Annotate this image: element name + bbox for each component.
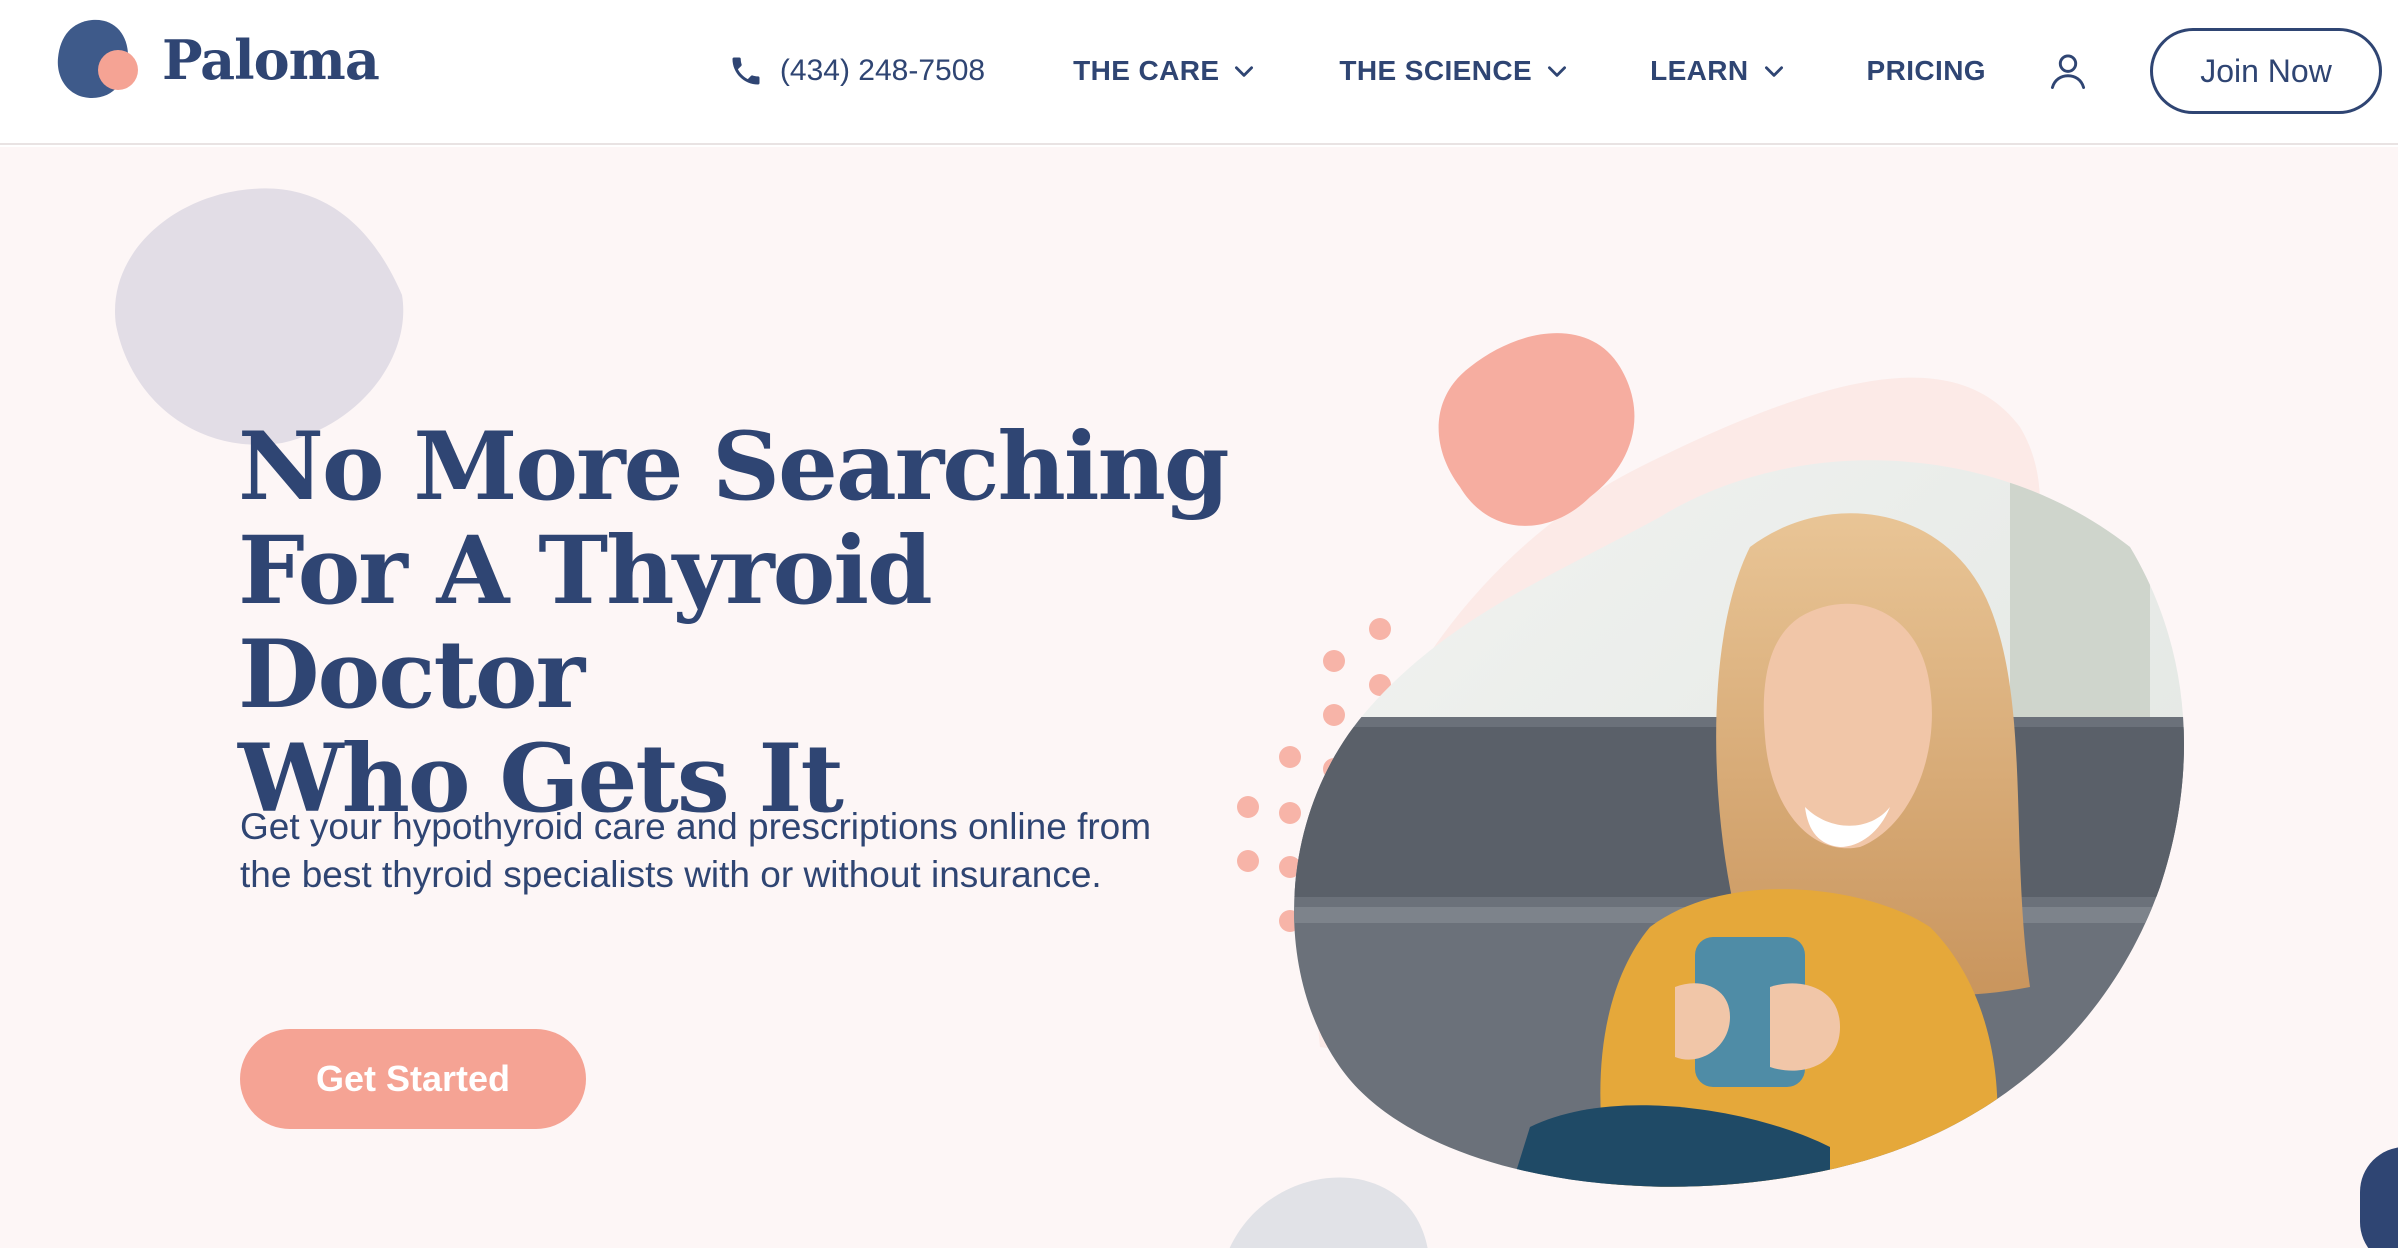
phone-number: (434) 248-7508 <box>779 54 986 87</box>
logo-mark-icon <box>56 18 144 102</box>
site-header: Paloma (434) 248-7508 THE CARE THE SCIEN… <box>0 0 2398 145</box>
decorative-lilac-blob <box>114 188 404 445</box>
nav-the-care-label: THE CARE <box>1073 55 1220 86</box>
chevron-down-icon <box>1764 66 1783 77</box>
hero-title: No More Searching For A Thyroid Doctor W… <box>238 415 1238 831</box>
nav-pricing[interactable]: PRICING <box>1867 55 1986 87</box>
nav-learn-label: LEARN <box>1650 55 1749 86</box>
main-nav: (434) 248-7508 THE CARE THE SCIENCE LEAR… <box>728 26 2398 116</box>
decorative-bottom-blob <box>1229 1177 1428 1248</box>
hero-title-line-1: No More Searching <box>238 412 1230 522</box>
nav-learn[interactable]: LEARN <box>1650 55 1786 87</box>
nav-the-science-label: THE SCIENCE <box>1339 55 1533 86</box>
join-now-button[interactable]: Join Now <box>2150 28 2382 114</box>
phone-icon <box>732 57 760 85</box>
nav-the-care[interactable]: THE CARE <box>1073 55 1257 87</box>
hero-photo-woman-with-mug <box>1294 333 2184 1187</box>
hero-section: No More Searching For A Thyroid Doctor W… <box>0 147 2398 1248</box>
get-started-button[interactable]: Get Started <box>240 1029 586 1129</box>
nav-the-science[interactable]: THE SCIENCE <box>1339 55 1570 87</box>
logo[interactable]: Paloma <box>56 18 380 102</box>
phone-link[interactable]: (434) 248-7508 <box>728 53 985 89</box>
chat-widget-button[interactable] <box>2360 1147 2398 1248</box>
chevron-down-icon <box>1235 66 1254 77</box>
nav-pricing-label: PRICING <box>1866 55 1986 86</box>
logo-wordmark: Paloma <box>162 28 380 92</box>
hero-subtitle: Get your hypothyroid care and prescripti… <box>240 806 1152 895</box>
user-icon[interactable] <box>2046 49 2090 93</box>
chevron-down-icon <box>1548 66 1567 77</box>
hero-title-line-2: For A Thyroid Doctor <box>238 516 933 730</box>
